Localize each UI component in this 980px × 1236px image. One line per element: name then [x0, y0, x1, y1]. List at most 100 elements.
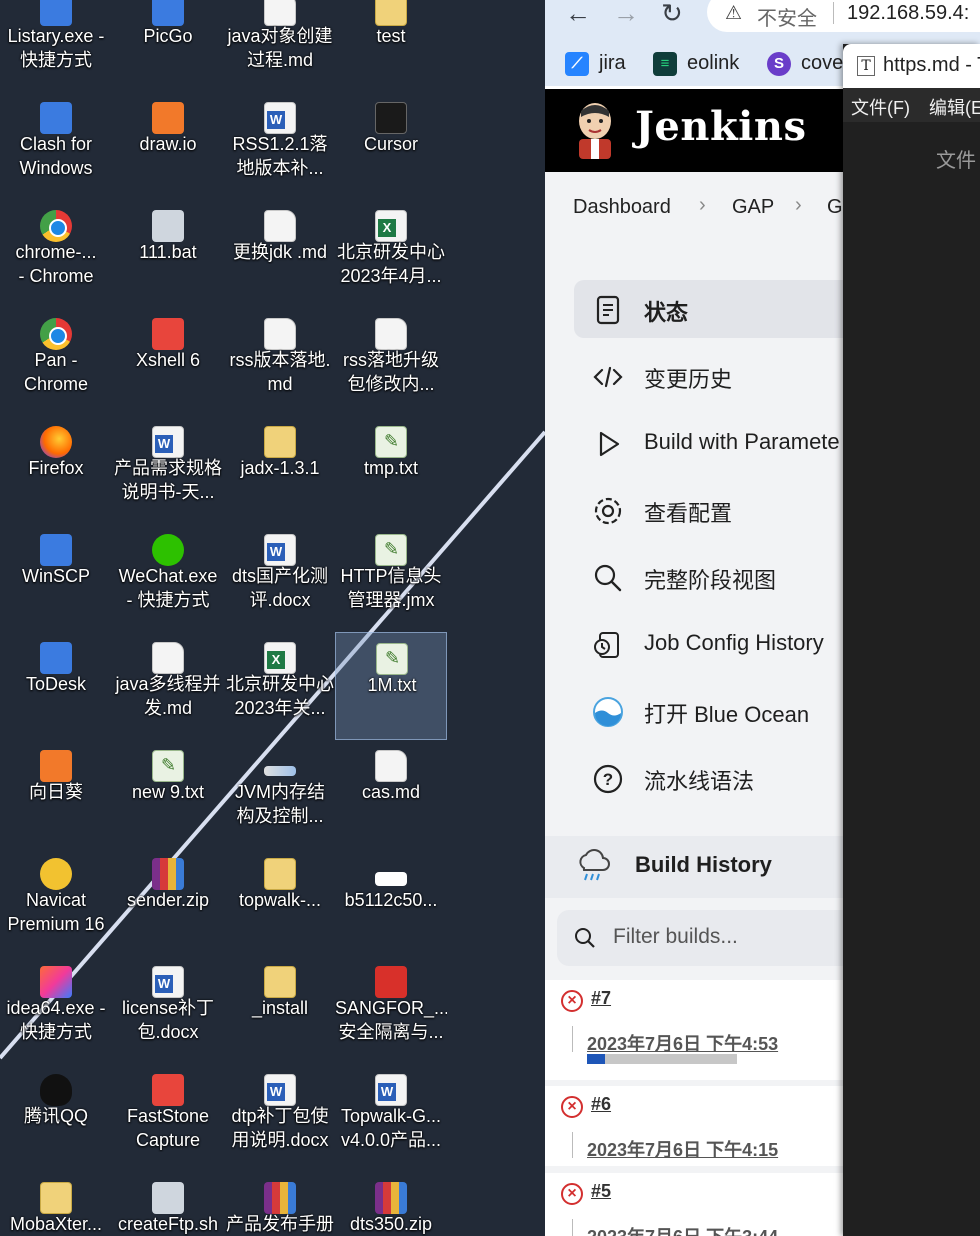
desktop-icon-label: cas.md: [361, 782, 421, 802]
desktop-icon[interactable]: Pan - Chrome: [0, 308, 112, 416]
desktop-icon[interactable]: Xshell 6: [112, 308, 224, 416]
desktop-icon[interactable]: Firefox: [0, 416, 112, 524]
file-icon: [375, 872, 407, 886]
desktop-icon[interactable]: 北京研发中心 2023年关...: [224, 632, 336, 740]
desktop-icon-label: tmp.txt: [363, 458, 418, 478]
desktop-icon[interactable]: jadx-1.3.1: [224, 416, 336, 524]
search-icon: [575, 928, 595, 948]
desktop-icon[interactable]: 腾讯QQ: [0, 1064, 112, 1172]
desktop-icon-label: Firefox: [28, 458, 84, 478]
breadcrumb-dashboard[interactable]: Dashboard: [573, 196, 671, 219]
desktop-icon-label: new 9.txt: [131, 782, 205, 802]
desktop-icon[interactable]: _install: [224, 956, 336, 1064]
desktop-icon[interactable]: cas.md: [335, 740, 447, 848]
breadcrumb-gap[interactable]: GAP: [732, 196, 774, 219]
desktop-icon[interactable]: java对象创建 过程.md: [224, 0, 336, 92]
desktop-icon[interactable]: topwalk-...: [224, 848, 336, 956]
desktop-icon[interactable]: sender.zip: [112, 848, 224, 956]
desktop-icon[interactable]: java多线程并 发.md: [112, 632, 224, 740]
file-icon: [152, 426, 184, 458]
build-number[interactable]: #5: [591, 1181, 611, 1202]
build-number[interactable]: #7: [591, 988, 611, 1009]
bookmark-eolink[interactable]: ≡ eolink: [653, 50, 739, 76]
jenkins-logo-text[interactable]: Jenkins: [635, 103, 806, 150]
desktop-icon[interactable]: WeChat.exe - 快捷方式: [112, 524, 224, 632]
warning-triangle-icon[interactable]: ⚠: [725, 2, 742, 25]
build-number[interactable]: #6: [591, 1094, 611, 1115]
desktop-icon[interactable]: SANGFOR_... 安全隔离与...: [335, 956, 447, 1064]
desktop-icon[interactable]: 向日葵: [0, 740, 112, 848]
desktop-icon[interactable]: Topwalk-G... v4.0.0产品...: [335, 1064, 447, 1172]
file-icon: [264, 858, 296, 890]
desktop-icon-label: RSS1.2.1落 地版本补...: [232, 134, 328, 178]
file-icon: [40, 966, 72, 998]
typora-tab[interactable]: T https.md - T: [843, 44, 980, 88]
desktop-icon-label: draw.io: [139, 134, 197, 154]
desktop: Listary.exe - 快捷方式 PicGo java对象创建 过程.md tes…: [0, 0, 545, 1236]
desktop-icon[interactable]: rss落地升级 包修改内...: [335, 308, 447, 416]
search-icon: [594, 564, 622, 592]
browser-toolbar: ← → ↻ ⚠ 不安全 192.168.59.4:: [545, 0, 980, 40]
gear-icon: [594, 497, 622, 525]
nav-blue-ocean-label: 打开 Blue Ocean: [644, 702, 810, 727]
desktop-icon[interactable]: 111.bat: [112, 200, 224, 308]
desktop-icon[interactable]: FastStone Capture: [112, 1064, 224, 1172]
desktop-icon[interactable]: 更换jdk .md: [224, 200, 336, 308]
desktop-icon[interactable]: createFtp.sh: [112, 1172, 224, 1236]
desktop-icon-label: _install: [251, 998, 309, 1018]
desktop-icon[interactable]: license补丁 包.docx: [112, 956, 224, 1064]
desktop-icon[interactable]: Cursor: [335, 92, 447, 200]
desktop-icon[interactable]: b5112c50...: [335, 848, 447, 956]
file-icon: [375, 966, 407, 998]
desktop-icon[interactable]: 产品需求规格 说明书-天...: [112, 416, 224, 524]
file-icon: [264, 766, 296, 776]
desktop-icon[interactable]: dts国产化测 评.docx: [224, 524, 336, 632]
url-text[interactable]: 192.168.59.4:: [847, 2, 969, 25]
desktop-icon[interactable]: Navicat Premium 16: [0, 848, 112, 956]
desktop-icon[interactable]: dts350.zip: [335, 1172, 447, 1236]
desktop-icon-label: 北京研发中心 2023年4月...: [337, 242, 445, 286]
desktop-icon[interactable]: WinSCP: [0, 524, 112, 632]
desktop-icon[interactable]: tmp.txt: [335, 416, 447, 524]
breadcrumb-job[interactable]: G: [827, 196, 843, 219]
file-icon: [264, 102, 296, 134]
menu-edit[interactable]: 编辑(E: [929, 94, 980, 120]
build-date[interactable]: 2023年7月6日 下午3:44: [587, 1223, 778, 1236]
desktop-icon[interactable]: rss版本落地. md: [224, 308, 336, 416]
desktop-icon[interactable]: 产品发布手册: [224, 1172, 336, 1236]
desktop-icon-label: license补丁 包.docx: [121, 998, 215, 1042]
desktop-icon[interactable]: MobaXter...: [0, 1172, 112, 1236]
desktop-icon[interactable]: PicGo: [112, 0, 224, 92]
code-icon: [593, 366, 623, 388]
desktop-icon-label: dtp补丁包使 用说明.docx: [231, 1106, 329, 1150]
desktop-icon[interactable]: 1M.txt: [335, 632, 447, 740]
bookmark-cove[interactable]: Scove: [767, 50, 843, 76]
cove-icon: S: [767, 51, 791, 76]
desktop-icon[interactable]: JVM内存结 构及控制...: [224, 740, 336, 848]
desktop-icon[interactable]: HTTP信息头 管理器.jmx: [335, 524, 447, 632]
build-date[interactable]: 2023年7月6日 下午4:15: [587, 1136, 778, 1162]
address-bar[interactable]: ⚠ 不安全 192.168.59.4:: [707, 0, 980, 32]
desktop-icon[interactable]: dtp补丁包使 用说明.docx: [224, 1064, 336, 1172]
jenkins-butler-icon[interactable]: [573, 101, 617, 159]
chevron-right-icon: ›: [795, 194, 802, 216]
desktop-icon[interactable]: test: [335, 0, 447, 92]
play-icon: [599, 431, 620, 457]
forward-arrow-icon[interactable]: →: [613, 0, 639, 26]
desktop-icon[interactable]: new 9.txt: [112, 740, 224, 848]
desktop-icon-label: MobaXter...: [9, 1214, 103, 1234]
desktop-icon[interactable]: ToDesk: [0, 632, 112, 740]
desktop-icon[interactable]: chrome-... - Chrome: [0, 200, 112, 308]
back-arrow-icon[interactable]: ←: [565, 0, 591, 26]
desktop-icon[interactable]: Listary.exe - 快捷方式: [0, 0, 112, 92]
reload-icon[interactable]: ↻: [661, 0, 683, 26]
desktop-icon[interactable]: RSS1.2.1落 地版本补...: [224, 92, 336, 200]
menu-file[interactable]: 文件(F): [851, 94, 910, 120]
desktop-icon[interactable]: 北京研发中心 2023年4月...: [335, 200, 447, 308]
desktop-icon[interactable]: draw.io: [112, 92, 224, 200]
not-secure-label[interactable]: 不安全: [757, 2, 817, 31]
desktop-icon[interactable]: idea64.exe - 快捷方式: [0, 956, 112, 1064]
desktop-icon[interactable]: Clash for Windows: [0, 92, 112, 200]
bookmark-jira[interactable]: ⟋ jira: [565, 50, 626, 76]
build-date[interactable]: 2023年7月6日 下午4:53: [587, 1030, 778, 1056]
